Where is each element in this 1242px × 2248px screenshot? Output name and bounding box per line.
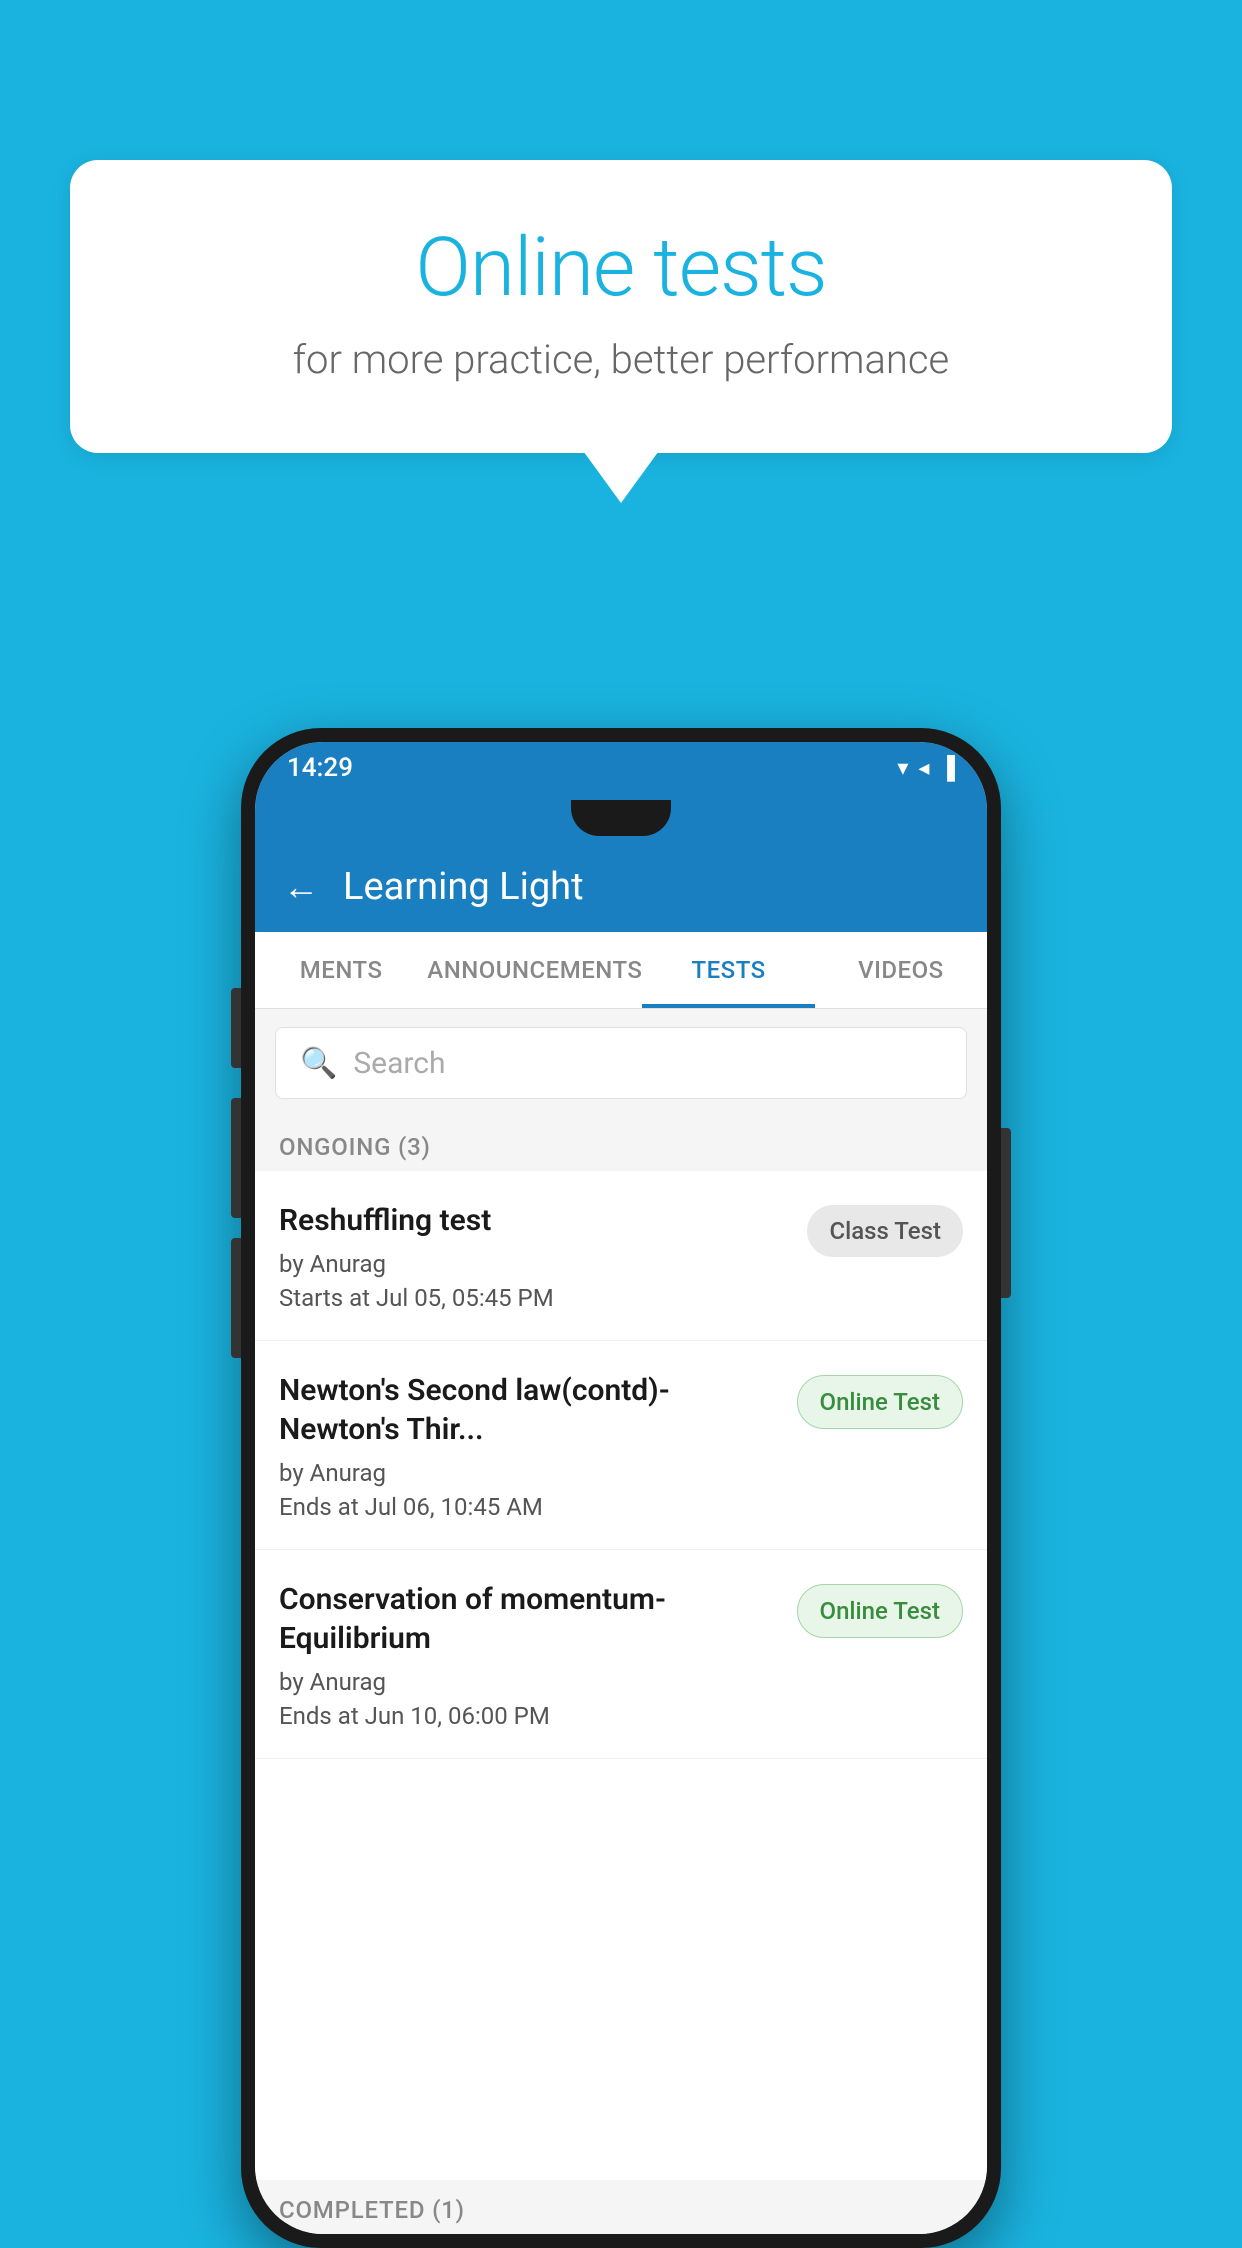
search-container: 🔍 Search xyxy=(255,1009,987,1117)
test-badge-3: Online Test xyxy=(797,1584,963,1638)
test-item[interactable]: Reshuffling test by Anurag Starts at Jul… xyxy=(255,1171,987,1341)
test-badge-2: Online Test xyxy=(797,1375,963,1429)
notch xyxy=(571,800,671,836)
status-time: 14:29 xyxy=(287,753,353,783)
tests-list: Reshuffling test by Anurag Starts at Jul… xyxy=(255,1171,987,2180)
test-time-1: Starts at Jul 05, 05:45 PM xyxy=(279,1284,791,1312)
phone-screen: 14:29 ▾ ◂ ▐ ← Learning Light MENTS ANNOU… xyxy=(255,742,987,2234)
ongoing-section-header: ONGOING (3) xyxy=(255,1117,987,1171)
app-title: Learning Light xyxy=(343,865,584,909)
test-time-2: Ends at Jul 06, 10:45 AM xyxy=(279,1493,781,1521)
search-bar[interactable]: 🔍 Search xyxy=(275,1027,967,1099)
bubble-subtitle: for more practice, better performance xyxy=(150,336,1092,383)
tab-videos[interactable]: VIDEOS xyxy=(815,932,987,1008)
test-title-1: Reshuffling test xyxy=(279,1201,791,1240)
tabs-container: MENTS ANNOUNCEMENTS TESTS VIDEOS xyxy=(255,932,987,1009)
test-badge-1: Class Test xyxy=(807,1205,963,1257)
tab-tests[interactable]: TESTS xyxy=(642,932,814,1008)
battery-icon: ▐ xyxy=(939,755,955,781)
ongoing-label: ONGOING (3) xyxy=(279,1133,431,1161)
tab-ments[interactable]: MENTS xyxy=(255,932,427,1008)
phone-power-button xyxy=(1001,1128,1011,1298)
phone-frame: 14:29 ▾ ◂ ▐ ← Learning Light MENTS ANNOU… xyxy=(241,728,1001,2248)
app-bar: ← Learning Light xyxy=(255,842,987,932)
test-author-1: by Anurag xyxy=(279,1250,791,1278)
search-input[interactable]: Search xyxy=(353,1046,445,1081)
completed-label: COMPLETED (1) xyxy=(279,2196,465,2224)
test-author-3: by Anurag xyxy=(279,1668,781,1696)
test-time-3: Ends at Jun 10, 06:00 PM xyxy=(279,1702,781,1730)
completed-section-header: COMPLETED (1) xyxy=(255,2180,987,2234)
speech-bubble-container: Online tests for more practice, better p… xyxy=(70,160,1172,453)
test-info-3: Conservation of momentum-Equilibrium by … xyxy=(279,1580,781,1730)
test-author-2: by Anurag xyxy=(279,1459,781,1487)
test-item[interactable]: Newton's Second law(contd)-Newton's Thir… xyxy=(255,1341,987,1550)
wifi-icon: ▾ xyxy=(897,756,908,781)
test-title-3: Conservation of momentum-Equilibrium xyxy=(279,1580,781,1658)
bubble-title: Online tests xyxy=(150,220,1092,316)
status-icons: ▾ ◂ ▐ xyxy=(897,755,955,781)
speech-bubble: Online tests for more practice, better p… xyxy=(70,160,1172,453)
back-button[interactable]: ← xyxy=(283,866,319,908)
phone-mute-button xyxy=(231,1238,241,1358)
test-info-1: Reshuffling test by Anurag Starts at Jul… xyxy=(279,1201,791,1312)
test-info-2: Newton's Second law(contd)-Newton's Thir… xyxy=(279,1371,781,1521)
phone-volume-down-button xyxy=(231,1098,241,1218)
tab-announcements[interactable]: ANNOUNCEMENTS xyxy=(427,932,642,1008)
status-bar: 14:29 ▾ ◂ ▐ xyxy=(255,742,987,794)
phone-volume-up-button xyxy=(231,988,241,1068)
test-item[interactable]: Conservation of momentum-Equilibrium by … xyxy=(255,1550,987,1759)
signal-icon: ◂ xyxy=(918,756,929,781)
search-icon: 🔍 xyxy=(300,1046,337,1081)
notch-area xyxy=(255,794,987,842)
test-title-2: Newton's Second law(contd)-Newton's Thir… xyxy=(279,1371,781,1449)
